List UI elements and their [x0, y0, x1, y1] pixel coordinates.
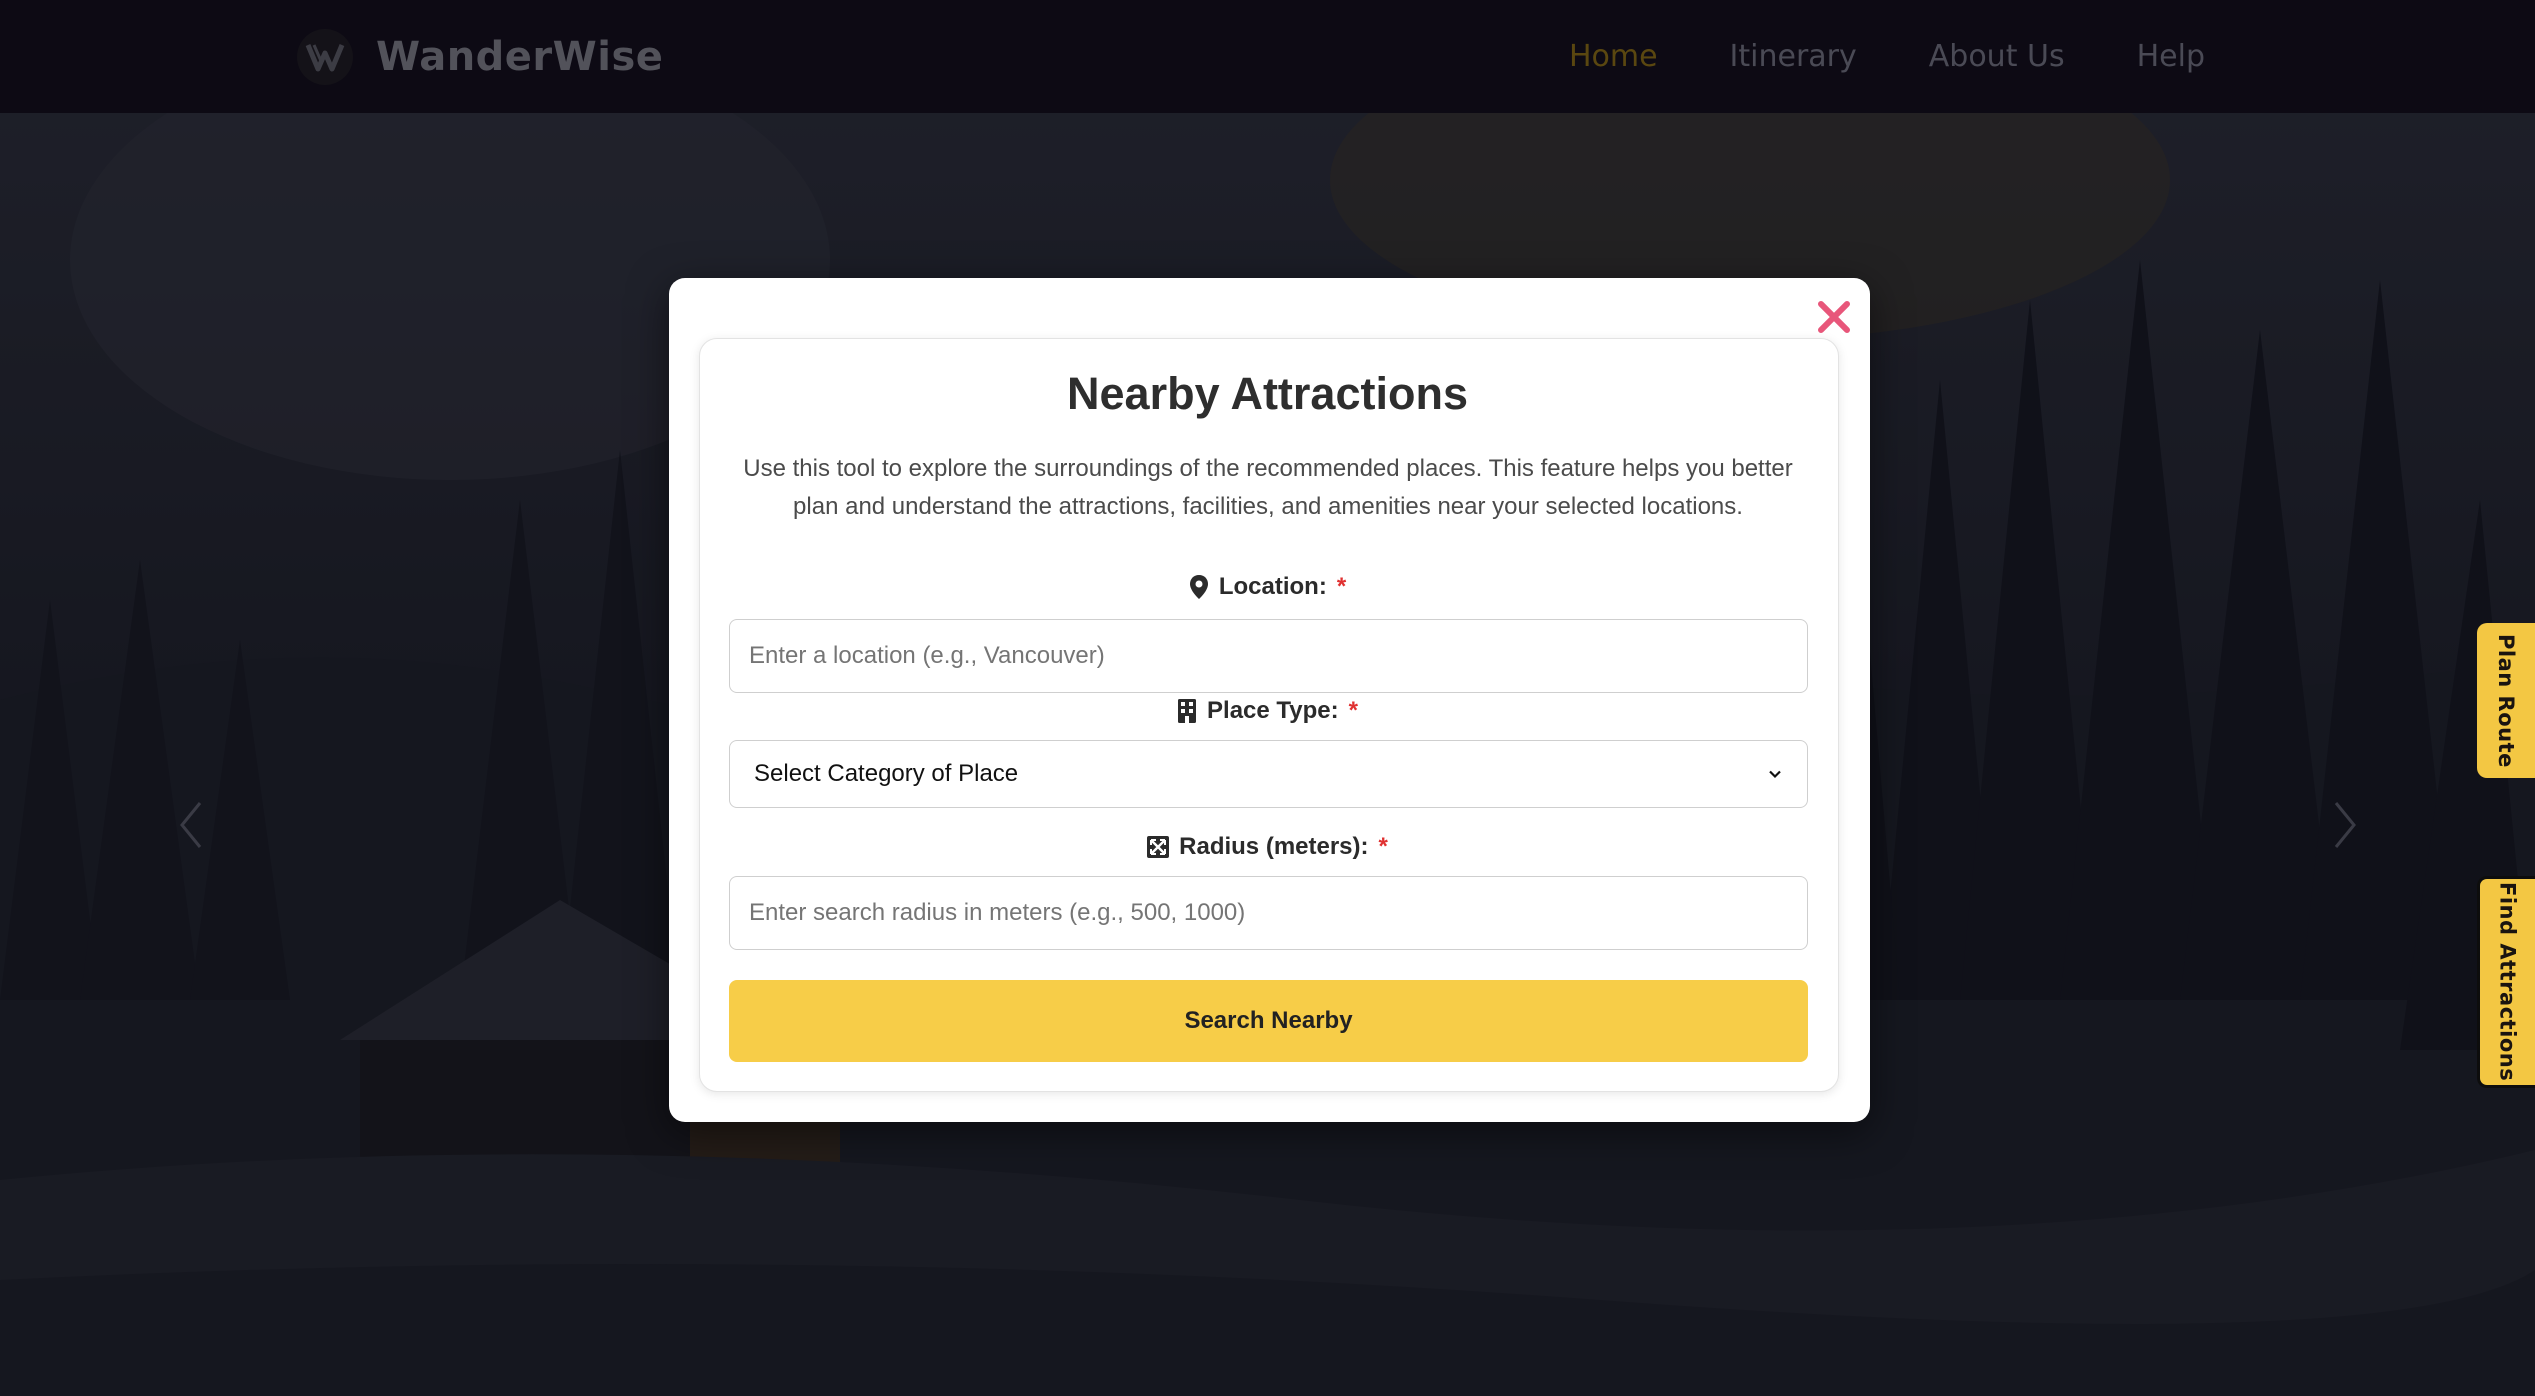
search-nearby-button[interactable]: Search Nearby	[729, 980, 1808, 1062]
radius-label: Radius (meters): *	[0, 833, 2535, 861]
nav-help-link[interactable]: Help	[2137, 39, 2205, 74]
brand[interactable]: WanderWise	[296, 27, 663, 87]
close-icon[interactable]	[1814, 297, 1854, 337]
top-navbar: WanderWise Home Itinerary About Us Help	[0, 0, 2535, 113]
place-type-select[interactable]: Select Category of Place	[729, 740, 1808, 808]
location-input[interactable]	[729, 619, 1808, 693]
place-type-label-text: Place Type:	[1207, 697, 1339, 724]
nav-itinerary-link[interactable]: Itinerary	[1730, 39, 1857, 74]
location-label: Location: *	[0, 573, 2535, 601]
radius-label-text: Radius (meters):	[1179, 833, 1369, 860]
building-icon	[1178, 699, 1197, 723]
nav-home-link[interactable]: Home	[1569, 39, 1658, 74]
required-marker: *	[1348, 697, 1358, 724]
expand-icon	[1147, 836, 1170, 858]
radius-input[interactable]	[729, 876, 1808, 950]
place-type-selected-value: Select Category of Place	[754, 760, 1019, 787]
place-type-label: Place Type: *	[0, 697, 2535, 725]
find-attractions-tab-label: Find Attractions	[2495, 882, 2520, 1082]
required-marker: *	[1336, 573, 1347, 600]
chevron-down-icon	[1769, 770, 1781, 779]
brand-name: WanderWise	[376, 34, 664, 80]
wanderwise-logo-icon	[297, 29, 353, 85]
main-nav: Home Itinerary About Us Help	[1569, 0, 2205, 113]
location-label-text: Location:	[1218, 573, 1327, 600]
find-attractions-tab[interactable]: Find Attractions	[2477, 876, 2535, 1088]
map-pin-icon	[1189, 575, 1208, 599]
modal-description: Use this tool to explore the surrounding…	[743, 455, 1793, 520]
modal-title: Nearby Attractions	[1067, 368, 1468, 419]
nav-about-us-link[interactable]: About Us	[1929, 39, 2065, 74]
required-marker: *	[1378, 833, 1388, 860]
